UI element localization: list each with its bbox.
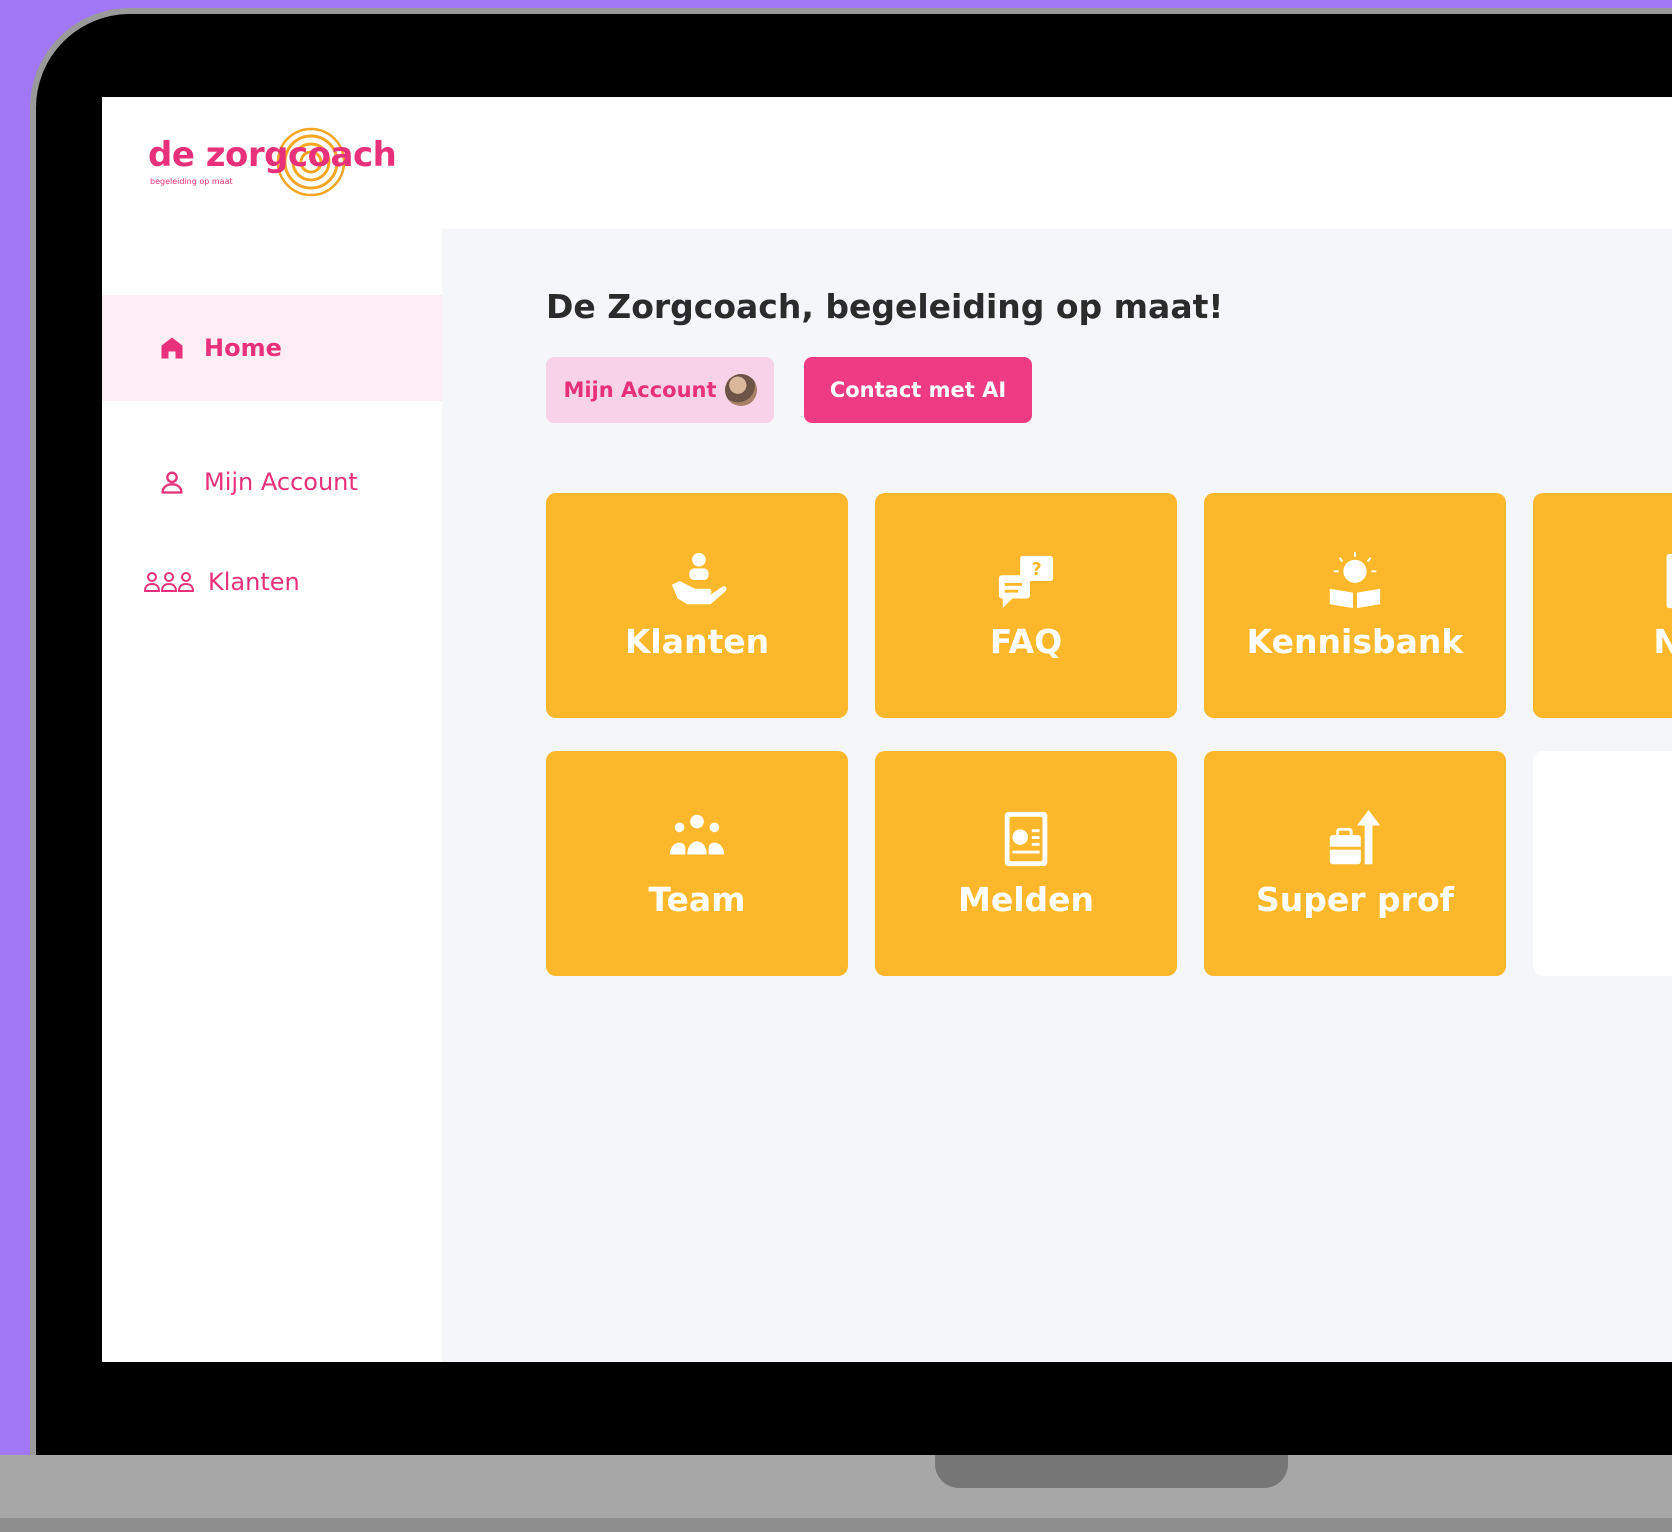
logo[interactable]: de zorgcoach begeleiding op maat [148, 127, 408, 207]
sidebar-item-home[interactable]: Home [102, 295, 465, 401]
sidebar: de zorgcoach begeleiding op maat Home Mi… [102, 97, 465, 1362]
users-group-icon [142, 562, 196, 602]
briefcase-growth-icon [1329, 809, 1381, 865]
tile-nie[interactable]: Nie [1533, 493, 1672, 718]
home-icon [152, 328, 192, 368]
contact-met-ai-button[interactable]: Contact met AI [804, 357, 1032, 423]
tile-label: Super prof [1256, 880, 1454, 919]
sidebar-item-mijn-account[interactable]: Mijn Account [102, 429, 465, 535]
team-icon [669, 814, 725, 855]
tile-kennisbank[interactable]: Kennisbank [1204, 493, 1506, 718]
report-icon [1004, 811, 1048, 867]
hand-care-icon [671, 552, 727, 605]
laptop-base [0, 1455, 1672, 1520]
chat-question-icon: ? [998, 555, 1054, 609]
tile-label: Klanten [624, 622, 770, 661]
mijn-account-label: Mijn Account [563, 378, 717, 402]
mijn-account-button[interactable]: Mijn Account [546, 357, 774, 423]
tile-label: Team [648, 880, 746, 919]
tile-label: Melden [957, 880, 1095, 919]
main-content: De Zorgcoach, begeleiding op maat! Mijn … [442, 229, 1672, 1362]
laptop-notch [935, 1455, 1288, 1488]
tile-faq[interactable]: ? FAQ [875, 493, 1177, 718]
laptop-base-edge [0, 1518, 1672, 1532]
tile-label: Kennisbank [1246, 622, 1464, 661]
tile-team[interactable]: Team [546, 751, 848, 976]
logo-name: de zorgcoach [148, 135, 397, 175]
book-idea-icon [1329, 551, 1381, 609]
tile-label: Nie [1653, 622, 1672, 661]
contact-met-ai-label: Contact met AI [829, 378, 1007, 402]
user-icon [152, 462, 192, 502]
tile-label: FAQ [989, 622, 1063, 661]
sidebar-item-label: Klanten [208, 568, 300, 596]
svg-text:?: ? [1032, 560, 1042, 580]
tile-super-prof[interactable]: Super prof [1204, 751, 1506, 976]
tile-melden[interactable]: Melden [875, 751, 1177, 976]
avatar [724, 374, 757, 406]
logo-tagline: begeleiding op maat [150, 177, 233, 186]
sidebar-item-label: Mijn Account [204, 468, 358, 496]
app-screen: de zorgcoach begeleiding op maat Home Mi… [102, 97, 1672, 1362]
page-title: De Zorgcoach, begeleiding op maat! [546, 287, 1224, 326]
newspaper-icon [1666, 553, 1672, 609]
tile-klanten[interactable]: Klanten [546, 493, 848, 718]
empty-tile [1533, 751, 1672, 976]
sidebar-item-label: Home [204, 334, 282, 362]
sidebar-item-klanten[interactable]: Klanten [102, 529, 465, 635]
